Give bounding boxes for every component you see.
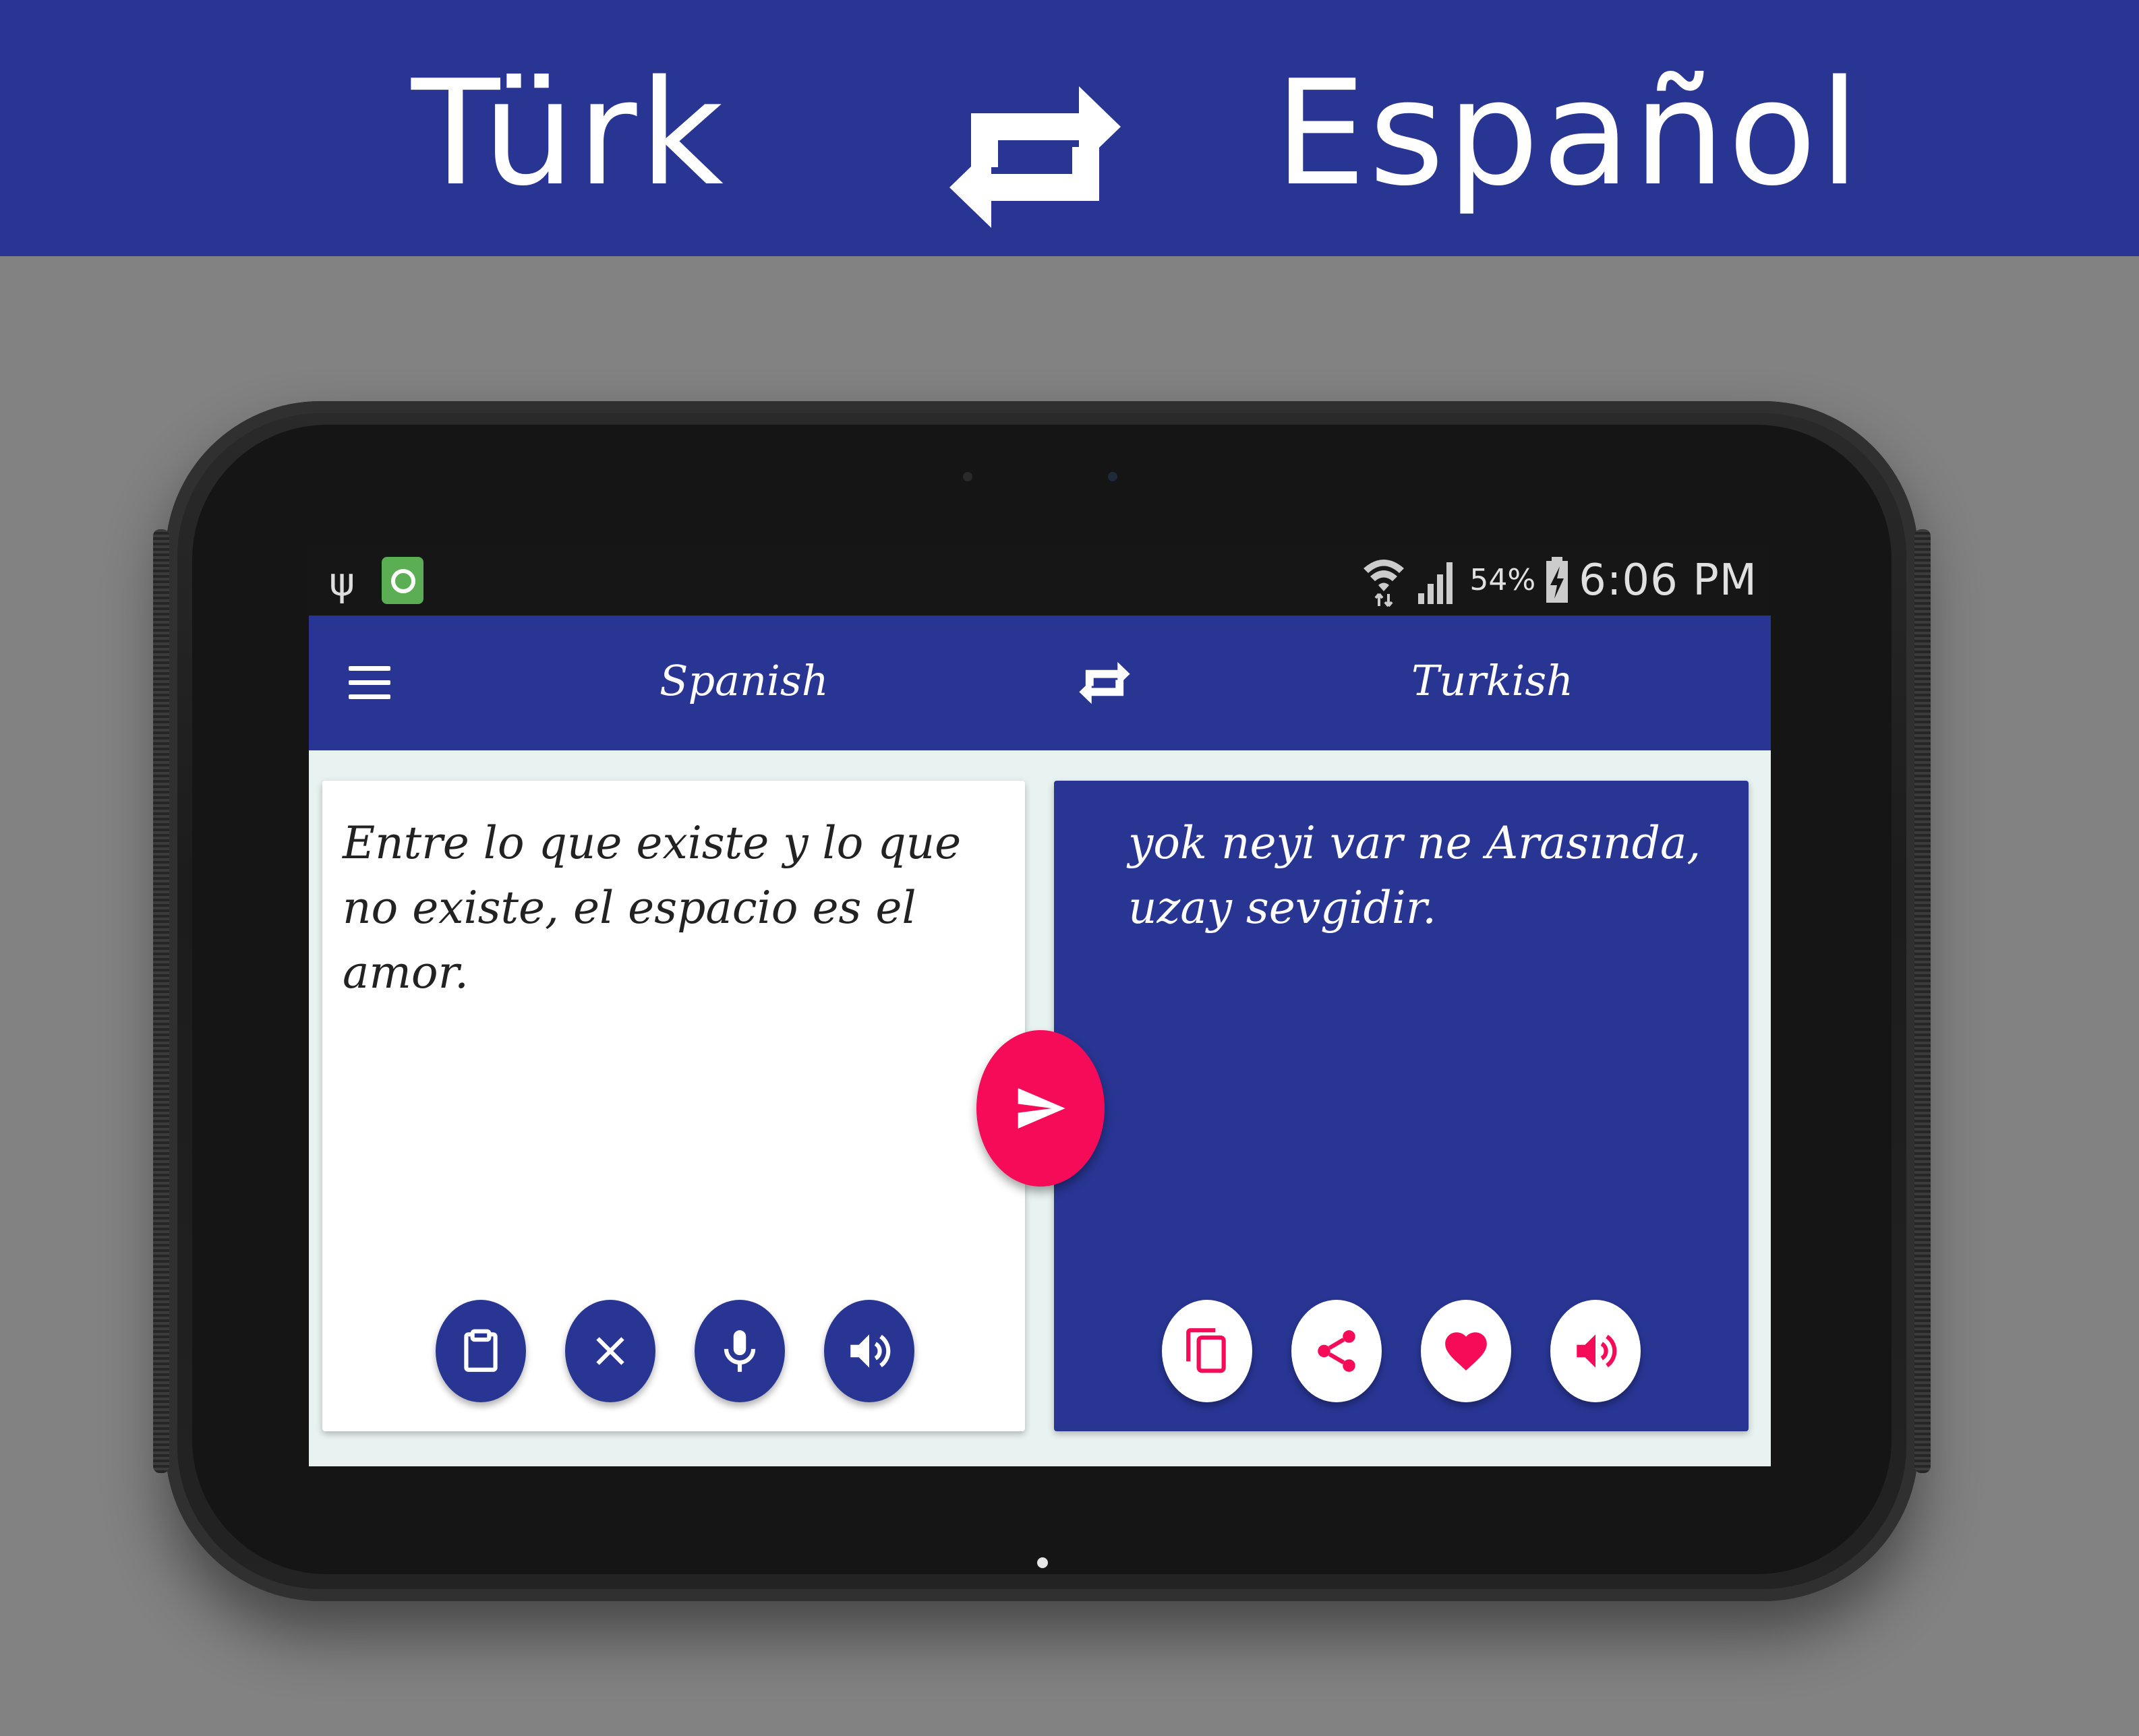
share-button[interactable] — [1291, 1300, 1382, 1402]
battery-percent: 54% — [1469, 563, 1536, 597]
source-text-card: Entre lo que existe y lo que no existe, … — [322, 781, 1025, 1431]
clear-button[interactable] — [565, 1300, 655, 1402]
translated-text-card: yok neyi var ne Arasında, uzay sevgidir. — [1054, 781, 1749, 1431]
source-language-selector[interactable]: Spanish — [660, 656, 829, 705]
copy-button[interactable] — [1162, 1300, 1252, 1402]
microphone-button[interactable] — [695, 1300, 785, 1402]
hamburger-menu-icon[interactable] — [346, 659, 393, 707]
translated-text: yok neyi var ne Arasında, uzay sevgidir. — [1128, 817, 1701, 934]
app-screen: ψ 54% 6:06 PM Spanish Turkish Entre lo q… — [309, 545, 1771, 1466]
speak-source-button[interactable] — [824, 1300, 914, 1402]
send-icon — [1018, 1088, 1065, 1129]
speaker-icon — [850, 1334, 891, 1368]
speaker-icon — [1577, 1334, 1617, 1368]
source-text-input[interactable]: Entre lo que existe y lo que no existe, … — [343, 811, 998, 1005]
status-bar-right: 54% 6:06 PM — [1360, 551, 1757, 609]
wifi-icon — [1364, 559, 1405, 607]
light-sensor — [963, 472, 972, 481]
usb-icon: ψ — [329, 559, 355, 605]
close-icon — [596, 1337, 624, 1365]
swap-arrows-icon — [949, 86, 1121, 228]
share-icon — [1318, 1330, 1355, 1372]
front-camera — [1108, 472, 1117, 481]
favorite-button[interactable] — [1421, 1300, 1511, 1402]
source-actions — [436, 1300, 914, 1402]
promo-banner: Türk Español — [0, 0, 2139, 256]
banner-left-language: Türk — [411, 49, 726, 218]
speak-target-button[interactable] — [1550, 1300, 1641, 1402]
translate-button[interactable] — [976, 1030, 1105, 1187]
cell-signal-icon — [1418, 562, 1453, 604]
app-notification-icon — [382, 557, 423, 604]
swap-arrows-icon[interactable] — [1078, 656, 1132, 710]
paste-button[interactable] — [436, 1300, 526, 1402]
battery-charging-icon — [1546, 556, 1569, 603]
heart-icon — [1445, 1332, 1487, 1371]
status-time: 6:06 PM — [1579, 555, 1757, 605]
status-bar: ψ 54% 6:06 PM — [309, 545, 1771, 616]
speaker-grille-left — [153, 529, 169, 1473]
banner-right-language: Español — [1274, 49, 1863, 218]
microphone-icon — [724, 1330, 756, 1372]
app-bar: Spanish Turkish — [309, 616, 1771, 750]
clipboard-icon — [464, 1329, 498, 1372]
speaker-grille-right — [1914, 529, 1931, 1473]
copy-icon — [1186, 1328, 1226, 1373]
target-language-selector[interactable]: Turkish — [1411, 656, 1573, 705]
home-indicator[interactable] — [1037, 1557, 1048, 1568]
target-actions — [1162, 1300, 1641, 1402]
